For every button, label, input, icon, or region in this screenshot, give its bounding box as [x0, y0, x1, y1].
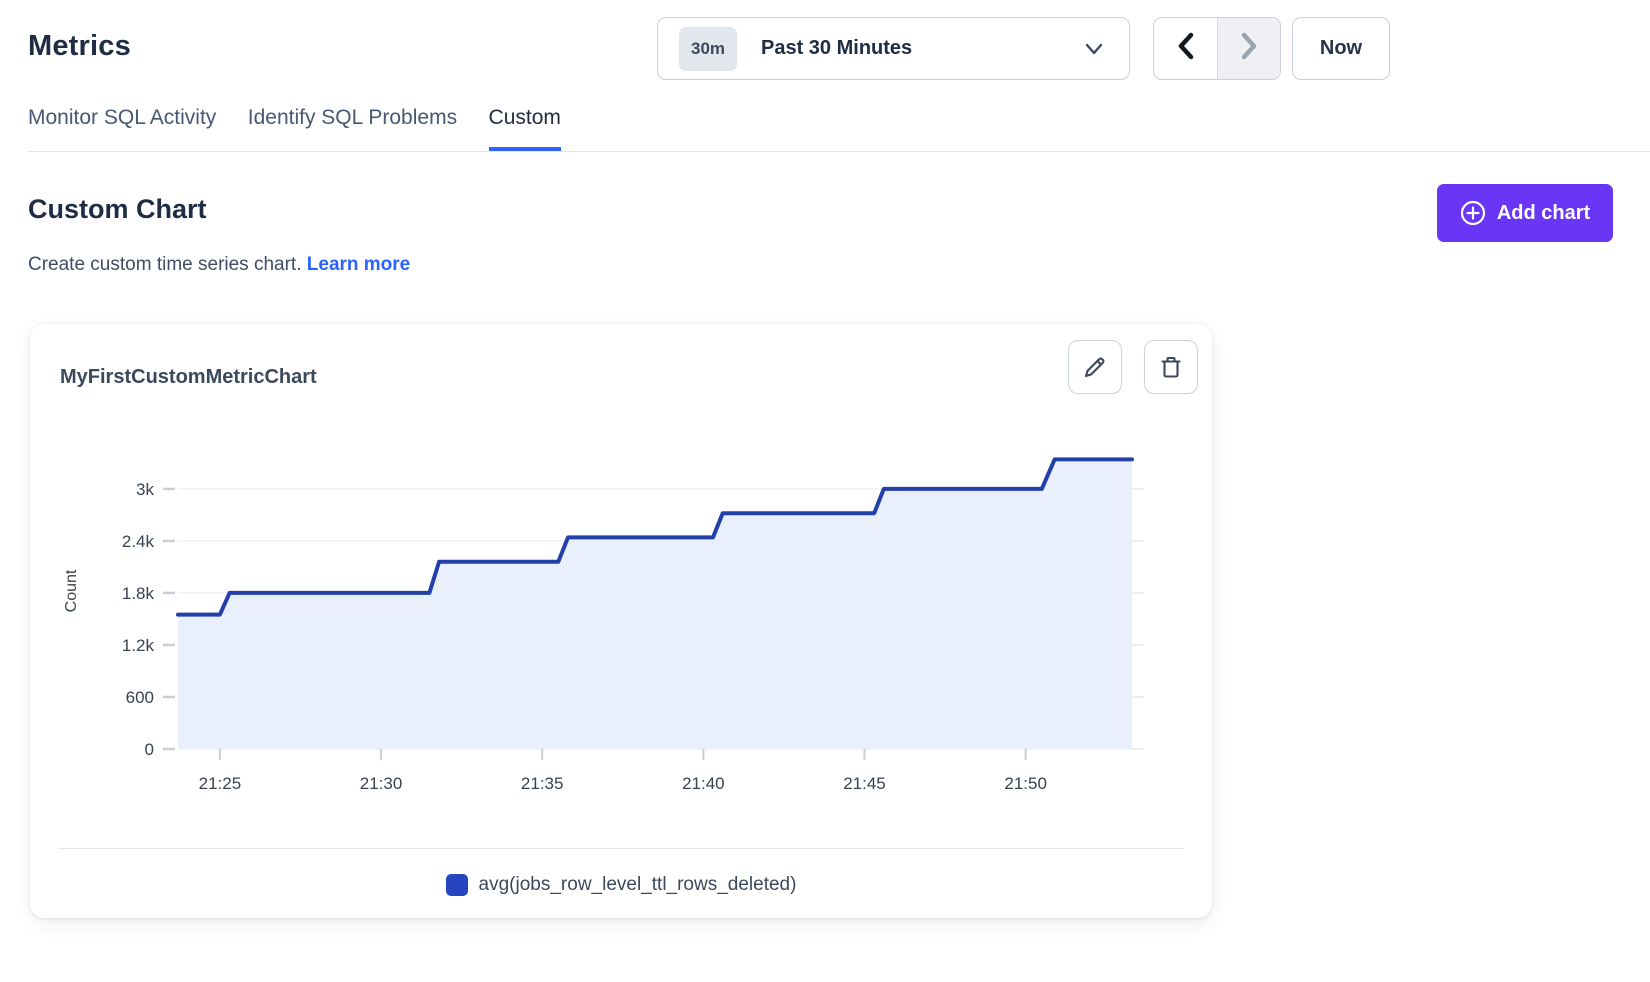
svg-text:21:50: 21:50 [1004, 774, 1047, 793]
svg-text:3k: 3k [136, 480, 154, 499]
svg-text:1.2k: 1.2k [122, 636, 155, 655]
now-button[interactable]: Now [1292, 17, 1390, 80]
time-range-label: Past 30 Minutes [761, 37, 912, 60]
time-window-nav [1153, 17, 1281, 80]
trash-icon [1159, 355, 1183, 379]
svg-text:2.4k: 2.4k [122, 532, 155, 551]
previous-window-button[interactable] [1154, 18, 1217, 79]
time-range-badge: 30m [679, 27, 737, 71]
tab-identify-sql-problems[interactable]: Identify SQL Problems [248, 106, 457, 147]
chevron-left-icon [1176, 32, 1196, 65]
metrics-tab-bar: Monitor SQL Activity Identify SQL Proble… [28, 106, 588, 151]
custom-chart-card: MyFirstCustomMetricChart Count 06001.2k1… [30, 324, 1212, 918]
add-chart-label: Add chart [1497, 202, 1590, 225]
section-title: Custom Chart [28, 194, 207, 225]
legend-swatch-icon [446, 874, 468, 896]
tab-custom[interactable]: Custom [489, 106, 561, 151]
chart-title: MyFirstCustomMetricChart [60, 366, 317, 389]
tab-monitor-sql-activity[interactable]: Monitor SQL Activity [28, 106, 216, 147]
time-range-dropdown[interactable]: 30m Past 30 Minutes [657, 17, 1130, 80]
custom-chart-plot[interactable]: 0 600 1.2k 1.8k 2.4k 3k 21:25 21:30 21:35 21:40 21… [30, 423, 1212, 793]
svg-text:21:35: 21:35 [521, 774, 564, 793]
svg-text:21:45: 21:45 [843, 774, 886, 793]
chevron-down-icon [1085, 42, 1103, 61]
svg-text:21:25: 21:25 [199, 774, 242, 793]
delete-chart-button[interactable] [1144, 340, 1198, 394]
section-subtitle-text: Create custom time series chart. [28, 254, 301, 275]
chevron-right-icon [1239, 32, 1259, 65]
section-subtitle: Create custom time series chart. Learn m… [28, 254, 410, 276]
now-button-label: Now [1320, 37, 1362, 60]
legend-series-label: avg(jobs_row_level_ttl_rows_deleted) [479, 874, 797, 896]
pencil-icon [1083, 355, 1107, 379]
svg-text:21:40: 21:40 [682, 774, 725, 793]
page-title: Metrics [28, 30, 131, 63]
edit-chart-button[interactable] [1068, 340, 1122, 394]
svg-text:21:30: 21:30 [360, 774, 403, 793]
next-window-button-disabled[interactable] [1217, 18, 1280, 79]
plus-circle-icon [1460, 200, 1486, 226]
svg-text:0: 0 [145, 740, 154, 759]
svg-text:600: 600 [126, 688, 154, 707]
chart-legend[interactable]: avg(jobs_row_level_ttl_rows_deleted) [30, 874, 1212, 896]
tab-bar-divider [28, 151, 1650, 152]
svg-text:1.8k: 1.8k [122, 584, 155, 603]
legend-divider [58, 848, 1184, 849]
add-chart-button[interactable]: Add chart [1437, 184, 1613, 242]
learn-more-link[interactable]: Learn more [307, 254, 410, 275]
